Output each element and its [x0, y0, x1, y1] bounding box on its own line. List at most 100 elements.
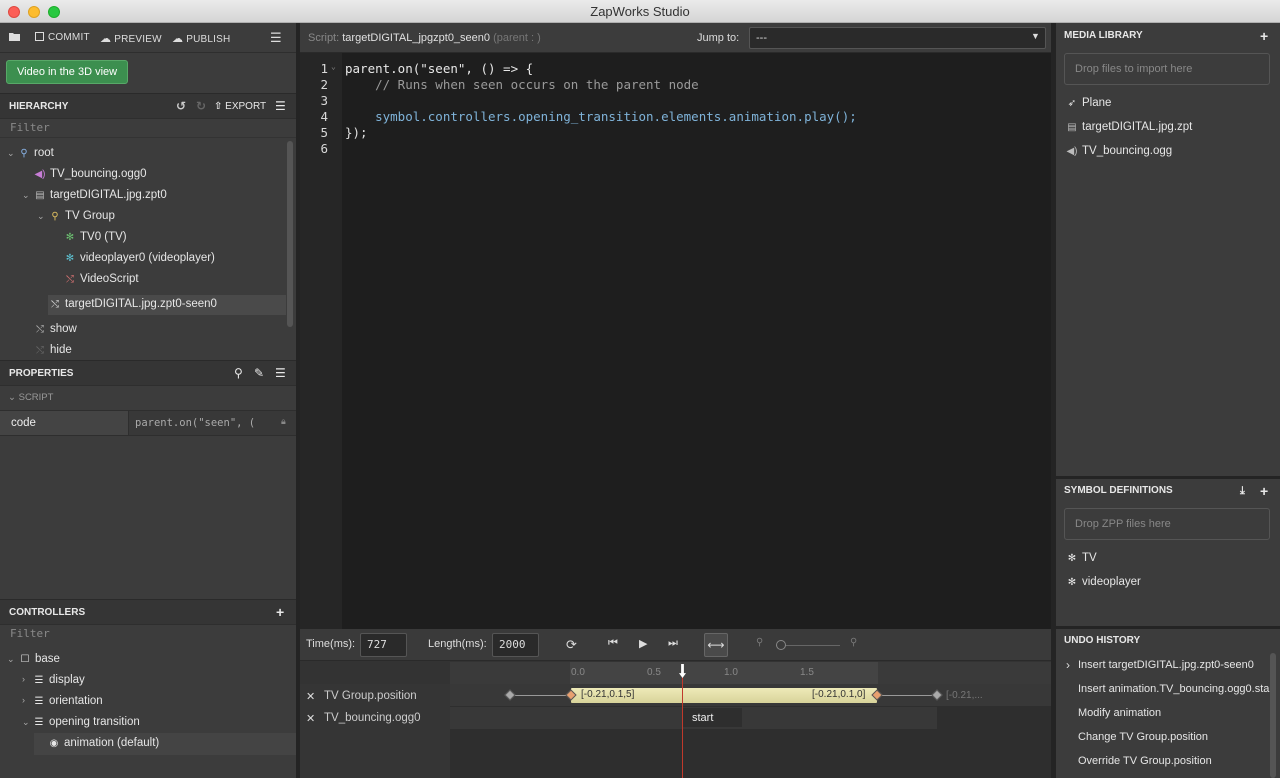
undo-item[interactable]: Override TV Group.position [1078, 755, 1212, 767]
keyframe-segment[interactable]: [-0.21,0.1,5] [-0.21,0.1,0] [571, 688, 877, 703]
tree-label: TV Group [65, 210, 115, 222]
length-input[interactable]: 2000 [492, 633, 539, 657]
media-item[interactable]: ▤ targetDIGITAL.jpg.zpt [1066, 121, 1192, 133]
view-mode-button[interactable]: Video in the 3D view [6, 60, 129, 84]
download-icon[interactable]: ⤓ [1240, 478, 1245, 504]
controller-item-display[interactable]: ☰ display [33, 674, 85, 686]
undo-scrollbar[interactable] [1270, 653, 1276, 778]
hierarchy-item-target[interactable]: ▤ targetDIGITAL.jpg.zpt0 [34, 189, 167, 201]
hierarchy-item-tv-group[interactable]: ⚲ TV Group [49, 210, 115, 222]
chevron-down-icon[interactable]: ⌄ [22, 190, 30, 201]
cloud-icon: ☁ [100, 33, 112, 45]
tree-label: base [35, 653, 60, 665]
hierarchy-icon: ⚲ [20, 148, 28, 159]
controllers-title: CONTROLLERS [9, 607, 86, 618]
remove-track-icon[interactable]: ✕ [306, 712, 315, 725]
ruler-tick-label: 0.5 [647, 667, 661, 678]
gear-icon: ✻ [1067, 577, 1077, 588]
chevron-right-icon[interactable]: › [22, 695, 25, 705]
zoom-window-button[interactable] [48, 6, 60, 18]
timeline-toolbar: Time(ms): 727 Length(ms): 2000 ⟳ ⏮ ▶ ⏭ ⟷… [300, 629, 1051, 661]
symbol-item[interactable]: ✻ TV [1066, 552, 1097, 564]
chevron-down-icon[interactable]: ⌄ [22, 717, 30, 728]
hierarchy-item-show[interactable]: ⤭ show [34, 323, 77, 335]
hierarchy-item-hide[interactable]: ⤭ hide [34, 344, 72, 356]
hierarchy-item-root[interactable]: ⚲ root [18, 147, 54, 159]
time-ruler[interactable]: 0.0 0.5 1.0 1.5 [450, 662, 1051, 684]
code-property-field[interactable]: parent.on("seen", ( 🔒︎ [128, 411, 296, 435]
right-panel: MEDIA LIBRARY + Drop files to import her… [1056, 23, 1280, 778]
hierarchy-item-seen-script[interactable]: ⤭ targetDIGITAL.jpg.zpt0-seen0 [49, 298, 217, 310]
controller-item-opening-transition[interactable]: ☰ opening transition [33, 716, 140, 728]
symbol-item[interactable]: ✻ videoplayer [1066, 576, 1141, 588]
controllers-filter-input[interactable]: Filter [10, 627, 50, 640]
hierarchy-item-videoplayer0[interactable]: ✻ videoplayer0 (videoplayer) [64, 252, 215, 264]
media-item[interactable]: ◀) TV_bouncing.ogg [1066, 145, 1172, 157]
time-input[interactable]: 727 [360, 633, 407, 657]
media-item[interactable]: ➶ Plane [1066, 97, 1112, 109]
playhead[interactable] [682, 671, 683, 778]
keyframe-value: [-0.21,0.1,0] [812, 689, 866, 700]
skip-back-icon[interactable]: ⏮ [608, 637, 618, 650]
remove-track-icon[interactable]: ✕ [306, 690, 315, 703]
script-prefix: Script: [308, 32, 340, 44]
hierarchy-header: HIERARCHY ↺ ↻ ⇧ EXPORT ☰ [0, 93, 296, 119]
undo-item[interactable]: Change TV Group.position [1078, 731, 1208, 743]
folder-icon[interactable] [9, 31, 21, 45]
pencil-icon[interactable]: ✎ [254, 361, 264, 386]
fit-timeline-button[interactable]: ⟷ [704, 633, 728, 657]
fold-arrow-icon[interactable]: ⌄ [331, 62, 336, 71]
list-icon: ☰ [34, 696, 44, 707]
loop-icon[interactable]: ⟳ [566, 637, 577, 653]
code-comment-line: // Runs when seen occurs on the parent n… [345, 77, 699, 92]
chevron-down-icon[interactable]: ⌄ [7, 654, 15, 665]
minimize-window-button[interactable] [28, 6, 40, 18]
undo-item[interactable]: Insert targetDIGITAL.jpg.zpt0-seen0 [1078, 659, 1254, 671]
zoom-in-icon[interactable]: ⚲ [850, 637, 857, 648]
search-icon[interactable]: ⚲ [234, 361, 243, 386]
hierarchy-filter-input[interactable]: Filter [10, 121, 50, 134]
zoom-slider-handle[interactable] [776, 640, 786, 650]
add-media-icon[interactable]: + [1260, 23, 1268, 49]
redo-icon[interactable]: ↻ [196, 94, 206, 119]
add-symbol-icon[interactable]: + [1260, 478, 1268, 504]
hierarchy-item-videoscript[interactable]: ⤭ VideoScript [64, 273, 139, 285]
controller-item-orientation[interactable]: ☰ orientation [33, 695, 103, 707]
properties-menu-icon[interactable]: ☰ [275, 361, 286, 386]
chevron-down-icon[interactable]: ⌄ [37, 211, 45, 222]
menu-icon[interactable]: ☰ [270, 30, 282, 46]
track-label: TV Group.position [324, 690, 417, 702]
skip-forward-icon[interactable]: ⏭ [668, 637, 678, 650]
hierarchy-item-tv0[interactable]: ✻ TV0 (TV) [64, 231, 127, 243]
chevron-down-icon[interactable]: ⌄ [7, 148, 15, 159]
close-window-button[interactable] [8, 6, 20, 18]
symbol-drop-zone[interactable]: Drop ZPP files here [1064, 508, 1270, 540]
code-property-value: parent.on("seen", ( [135, 417, 256, 429]
script-section-header[interactable]: ⌄ SCRIPT [8, 392, 53, 403]
hierarchy-scrollbar[interactable] [287, 141, 293, 327]
event-marker[interactable]: start [682, 708, 742, 727]
undo-icon[interactable]: ↺ [176, 94, 186, 119]
hierarchy-menu-icon[interactable]: ☰ [275, 94, 286, 119]
script-icon: ⤭ [36, 324, 44, 335]
code-line: parent.on("seen", () => { [345, 61, 534, 76]
media-drop-zone[interactable]: Drop files to import here [1064, 53, 1270, 85]
zoom-out-icon[interactable]: ⚲ [756, 637, 763, 648]
play-icon[interactable]: ▶ [639, 637, 647, 650]
hierarchy-item-audio[interactable]: ◀) TV_bouncing.ogg0 [34, 168, 146, 180]
controller-item-animation[interactable]: ◉ animation (default) [48, 737, 160, 749]
length-label: Length(ms): [428, 638, 487, 650]
controller-item-base[interactable]: ☐ base [19, 653, 60, 665]
undo-item[interactable]: Insert animation.TV_bouncing.ogg0.start [1078, 683, 1276, 695]
chevron-right-icon[interactable]: › [22, 674, 25, 684]
export-button[interactable]: ⇧ EXPORT [214, 94, 266, 119]
publish-button[interactable]: ☁ PUBLISH [172, 32, 230, 45]
jump-to-select[interactable]: --- ▼ [749, 27, 1046, 49]
preview-button[interactable]: ☁ PREVIEW [100, 32, 162, 45]
add-controller-icon[interactable]: + [276, 600, 284, 625]
export-label: EXPORT [225, 101, 267, 112]
code-area[interactable]: 1 2 3 4 5 6 ⌄ parent.on("seen", () => { … [300, 53, 1051, 629]
undo-item[interactable]: Modify animation [1078, 707, 1161, 719]
keyframe-value: [-0.21,... [946, 690, 983, 701]
commit-button[interactable]: COMMIT [35, 32, 90, 43]
